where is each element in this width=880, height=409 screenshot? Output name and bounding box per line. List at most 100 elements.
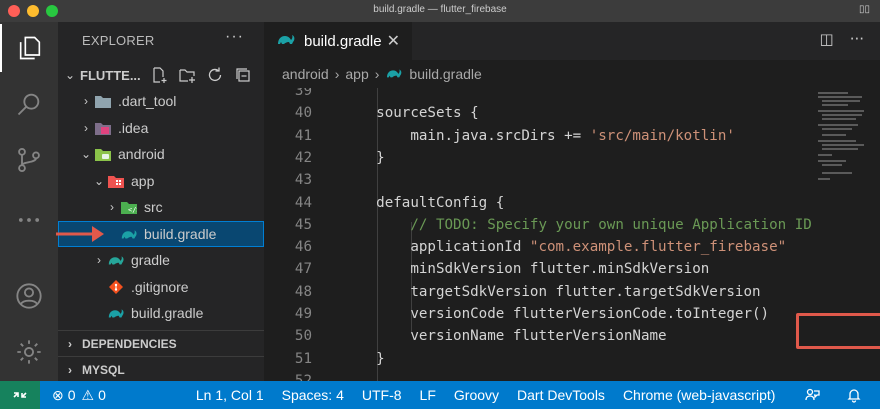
tab-label: build.gradle xyxy=(304,32,382,50)
account-icon[interactable] xyxy=(0,272,58,320)
language-mode[interactable]: Groovy xyxy=(454,387,499,403)
code-text: versionCode flutterVersionCode.toInteger… xyxy=(342,306,770,322)
breadcrumb-file[interactable]: build.gradle xyxy=(409,66,481,82)
project-name: FLUTTE... xyxy=(80,67,141,83)
cursor-position[interactable]: Ln 1, Col 1 xyxy=(196,387,264,403)
tree-item[interactable]: build.gradle xyxy=(58,300,264,326)
remote-icon[interactable] xyxy=(0,381,40,409)
annotation-arrow xyxy=(54,223,124,245)
search-icon[interactable] xyxy=(0,80,58,128)
line-number: 44 xyxy=(294,194,312,211)
line-number: 48 xyxy=(294,283,312,300)
code-text: } xyxy=(342,350,385,367)
application-id-highlight xyxy=(796,313,880,349)
line-number: 43 xyxy=(294,172,312,189)
new-file-icon[interactable] xyxy=(150,66,168,84)
explorer-icon[interactable] xyxy=(0,24,58,72)
tree-item[interactable]: ⌄ app xyxy=(58,168,264,194)
status-bar: ⊗ 0 ⚠ 0 Ln 1, Col 1 Spaces: 4 UTF-8 LF G… xyxy=(0,381,880,409)
notifications-bell-icon[interactable] xyxy=(846,387,862,406)
feedback-icon[interactable] xyxy=(804,387,820,406)
dependencies-section[interactable]: › DEPENDENCIES xyxy=(58,330,264,356)
gradle-icon xyxy=(385,66,403,83)
more-views-icon[interactable] xyxy=(0,196,58,244)
layout-icon[interactable]: ▯▯ xyxy=(859,4,870,15)
tab-bar: build.gradle ✕ ◫ ··· xyxy=(264,22,880,60)
chevron-right-icon: › xyxy=(68,336,72,351)
code-text: sourceSets { xyxy=(342,105,479,122)
line-number: 50 xyxy=(294,328,312,345)
source-control-icon[interactable] xyxy=(0,136,58,184)
dart-devtools[interactable]: Dart DevTools xyxy=(517,387,605,403)
tree-item-label: gradle xyxy=(131,252,170,268)
tree-item-label: .dart_tool xyxy=(118,93,177,109)
chevron-right-icon: › xyxy=(97,253,101,267)
tree-item[interactable]: › </> src xyxy=(58,194,264,220)
code-line: 40 sourceSets { xyxy=(264,102,824,124)
tree-item[interactable]: ⌄ android xyxy=(58,141,264,167)
android-folder-icon xyxy=(94,146,112,162)
code-text: applicationId xyxy=(342,239,530,256)
collapse-all-icon[interactable] xyxy=(234,66,252,84)
tree-item[interactable]: › .idea xyxy=(58,115,264,141)
explorer-sidebar: EXPLORER ··· ⌄ FLUTTE... › .dart_tool › .id… xyxy=(56,22,264,382)
indentation[interactable]: Spaces: 4 xyxy=(282,387,344,403)
code-string: "com.example.flutter_firebase" xyxy=(529,239,787,256)
chevron-right-icon: › xyxy=(68,362,72,377)
warnings-count: 0 xyxy=(98,387,106,403)
tab-build-gradle[interactable]: build.gradle ✕ xyxy=(264,22,412,60)
code-line: 44 defaultConfig { xyxy=(264,192,824,214)
close-icon[interactable]: ✕ xyxy=(387,31,400,51)
problems-indicator[interactable]: ⊗ 0 ⚠ 0 xyxy=(52,387,106,404)
gradle-folder-icon xyxy=(107,252,125,268)
app-folder-icon xyxy=(107,173,125,189)
line-number: 45 xyxy=(294,216,312,233)
activity-bar xyxy=(0,22,58,381)
chevron-right-icon: › xyxy=(334,66,340,82)
explorer-more-button[interactable]: ··· xyxy=(225,28,244,46)
code-line: 48 targetSdkVersion flutter.targetSdkVer… xyxy=(264,281,824,303)
tree-item[interactable]: .gitignore xyxy=(58,274,264,300)
window-title: build.gradle — flutter_firebase xyxy=(373,4,507,15)
encoding[interactable]: UTF-8 xyxy=(362,387,402,403)
breadcrumb-android[interactable]: android xyxy=(282,66,329,82)
code-line: 51 } xyxy=(264,348,824,370)
tree-item-label: src xyxy=(144,199,163,215)
line-number: 42 xyxy=(294,149,312,166)
code-text: targetSdkVersion flutter.targetSdkVersio… xyxy=(342,283,761,300)
tree-item-label: app xyxy=(131,172,155,189)
line-number: 41 xyxy=(294,127,312,144)
problems-count: 0 xyxy=(67,387,76,403)
tree-item-label: android xyxy=(118,146,165,162)
mysql-section[interactable]: › MYSQL xyxy=(58,356,264,382)
settings-gear-icon[interactable] xyxy=(0,328,58,376)
code-comment: // TODO: Specify your own unique Applica… xyxy=(342,216,812,233)
src-folder-icon: </> xyxy=(120,199,138,215)
tree-item-label: .gitignore xyxy=(131,278,189,295)
split-editor-icon[interactable]: ◫ xyxy=(820,30,834,48)
code-line: 46 applicationId "com.example.flutter_fi… xyxy=(264,236,824,258)
code-text: defaultConfig { xyxy=(342,194,505,211)
code-editor[interactable]: 39 40 sourceSets {41 main.java.srcDirs +=… xyxy=(264,88,880,381)
gradle-icon xyxy=(107,305,125,321)
code-line: 43 xyxy=(264,169,824,191)
breadcrumb-app[interactable]: app xyxy=(345,66,368,82)
line-number: 39 xyxy=(294,88,312,99)
end-of-line[interactable]: LF xyxy=(420,387,436,403)
code-string: 'src/main/kotlin' xyxy=(589,127,735,144)
refresh-icon[interactable] xyxy=(206,66,224,84)
minimap[interactable] xyxy=(812,88,878,208)
chevron-down-icon: ⌄ xyxy=(64,68,76,82)
device-selector[interactable]: Chrome (web-javascript) xyxy=(623,387,775,403)
project-folder-row[interactable]: ⌄ FLUTTE... xyxy=(58,62,264,88)
editor-more-icon[interactable]: ··· xyxy=(850,30,864,48)
tree-item[interactable]: › gradle xyxy=(58,247,264,273)
folder-icon xyxy=(94,93,112,109)
code-line: 47 minSdkVersion flutter.minSdkVersion xyxy=(264,258,824,280)
tree-item[interactable]: › .dart_tool xyxy=(58,88,264,114)
svg-text:</>: </> xyxy=(128,206,137,214)
new-folder-icon[interactable] xyxy=(178,66,196,84)
chevron-right-icon: › xyxy=(374,66,380,82)
line-number: 51 xyxy=(294,350,312,367)
line-number: 46 xyxy=(294,239,312,256)
